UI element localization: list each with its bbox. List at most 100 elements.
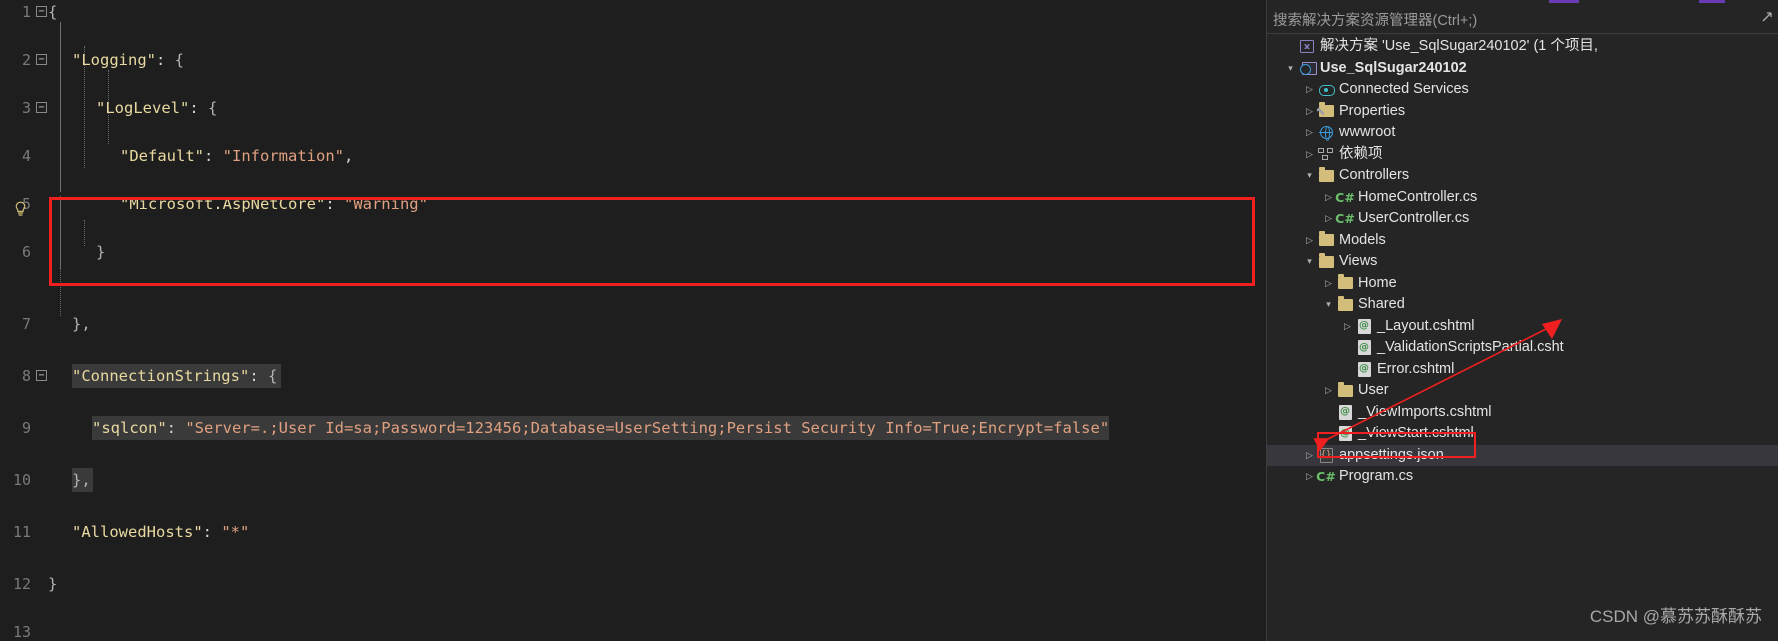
code-line[interactable]: 9 "sqlcon": "Server=.;User Id=sa;Passwor… [0,416,1266,440]
item-label: _Layout.cshtml [1377,317,1475,334]
sidebar-item-wwwroot[interactable]: ▷ wwwroot [1267,122,1778,144]
token-colon: : [202,523,222,541]
fold-toggle-icon[interactable]: − [36,54,47,65]
item-label: appsettings.json [1339,446,1444,463]
line-number: 9 [21,419,31,437]
line-text: }, [72,468,93,492]
razor-icon: @ [1354,316,1374,338]
sidebar-item-user-controller[interactable]: ▷ C# UserController.cs [1267,208,1778,230]
code-line[interactable]: 6 } [0,240,1266,264]
chevron-right-icon[interactable]: ▷ [1322,208,1335,230]
item-label: Models [1339,231,1386,248]
item-label: _ValidationScriptsPartial.csht [1377,339,1564,355]
code-line[interactable]: 3 − "LogLevel": { [0,96,1266,120]
chevron-placeholder-icon: ▷ [1284,36,1297,58]
solution-explorer-panel[interactable]: 搜索解决方案资源管理器(Ctrl+;) ▷ 解决方案 'Use_SqlSugar… [1266,0,1778,641]
chevron-down-icon[interactable]: ▾ [1303,165,1316,187]
chevron-down-icon[interactable]: ▾ [1284,58,1297,80]
sidebar-item-layout-cshtml[interactable]: ▷ @ _Layout.cshtml [1267,316,1778,338]
sidebar-item-views[interactable]: ▾ Views [1267,251,1778,273]
chevron-placeholder-icon: ▷ [1341,359,1354,381]
sidebar-item-project[interactable]: ▾ Use_SqlSugar240102 [1267,58,1778,80]
chevron-right-icon[interactable]: ▷ [1322,273,1335,295]
token-key: "Default" [120,147,204,165]
fold-toggle-icon[interactable]: − [36,6,47,17]
sidebar-item-views-shared[interactable]: ▾ Shared [1267,294,1778,316]
fold-toggle-icon[interactable]: − [36,102,47,113]
code-line[interactable]: 2 − "Logging": { [0,48,1266,72]
folder-icon [1335,380,1355,402]
line-text: "sqlcon": "Server=.;User Id=sa;Password=… [92,416,1110,440]
sidebar-item-connected-services[interactable]: ▷ Connected Services [1267,79,1778,101]
sidebar-item-viewstart-cshtml[interactable]: ▷ @ _ViewStart.cshtml [1267,423,1778,445]
expand-arrow-icon[interactable] [1760,10,1775,29]
sidebar-item-controllers[interactable]: ▾ Controllers [1267,165,1778,187]
item-label: Error.cshtml [1377,360,1455,377]
sidebar-item-models[interactable]: ▷ Models [1267,230,1778,252]
razor-icon: @ [1354,359,1374,381]
chevron-down-icon[interactable]: ▾ [1303,251,1316,273]
line-number: 10 [12,471,31,489]
search-toolbar[interactable] [1760,10,1775,29]
item-label: 依赖项 [1339,145,1383,162]
item-label: Shared [1358,296,1405,312]
chevron-right-icon[interactable]: ▷ [1303,230,1316,252]
chevron-right-icon[interactable]: ▷ [1303,101,1316,123]
sidebar-item-views-user[interactable]: ▷ User [1267,380,1778,402]
chevron-right-icon[interactable]: ▷ [1322,187,1335,209]
code-line[interactable]: 8 − "ConnectionStrings": { [0,364,1266,388]
line-number: 1 [21,3,31,21]
line-text: "Default": "Information", [120,144,353,168]
solution-root-row[interactable]: ▷ 解决方案 'Use_SqlSugar240102' (1 个项目, [1267,36,1778,58]
code-line[interactable]: 7 }, [0,312,1266,336]
chevron-right-icon[interactable]: ▷ [1303,466,1316,488]
token-comma: , [344,147,354,165]
sidebar-item-appsettings-json[interactable]: ▷ {} appsettings.json [1267,444,1778,467]
token-colon: : [325,195,344,213]
csharp-icon: C# [1316,469,1336,485]
sidebar-item-program-cs[interactable]: ▷ C# Program.cs [1267,466,1778,488]
chevron-placeholder-icon: ▷ [1341,337,1354,359]
lightbulb-icon[interactable] [12,201,28,219]
fold-toggle-icon[interactable]: − [36,370,47,381]
watermark-text: CSDN @慕苏苏酥酥苏 [1589,607,1762,626]
solution-explorer-search[interactable]: 搜索解决方案资源管理器(Ctrl+;) [1267,6,1778,34]
chevron-right-icon[interactable]: ▷ [1322,380,1335,402]
code-line[interactable]: 12 } [0,572,1266,596]
razor-icon: @ [1354,337,1374,359]
item-label: Controllers [1339,167,1410,183]
solution-tree[interactable]: ▷ 解决方案 'Use_SqlSugar240102' (1 个项目, ▾ Us… [1267,36,1778,596]
code-content[interactable]: 1 − { 2 − "Logging": { 3 − "LogLevel": {… [0,0,1266,641]
sidebar-item-home-controller[interactable]: ▷ C# HomeController.cs [1267,187,1778,209]
code-editor[interactable]: 1 − { 2 − "Logging": { 3 − "LogLevel": {… [0,0,1266,641]
item-label: Views [1339,253,1378,269]
code-line[interactable]: 13 [0,620,1266,641]
token-key: "Logging" [72,51,156,69]
chevron-right-icon[interactable]: ▷ [1341,316,1354,338]
code-line[interactable]: 4 "Default": "Information", [0,144,1266,168]
token-string: "*" [221,523,250,541]
sidebar-item-validation-scripts-partial[interactable]: ▷ @ _ValidationScriptsPartial.csht [1267,337,1778,359]
code-line[interactable]: 11 "AllowedHosts": "*" [0,520,1266,544]
code-line[interactable]: 5 "Microsoft.AspNetCore": "Warning" [0,192,1266,216]
code-line[interactable]: 10 }, [0,468,1266,492]
chevron-down-icon[interactable]: ▾ [1322,294,1335,316]
solution-label: 解决方案 'Use_SqlSugar240102' (1 个项目, [1320,38,1598,54]
sidebar-item-dependencies[interactable]: ▷ 依赖项 [1267,144,1778,166]
chevron-placeholder-icon: ▷ [1322,423,1335,445]
sidebar-item-properties[interactable]: ▷ Properties [1267,101,1778,123]
sidebar-item-error-cshtml[interactable]: ▷ @ Error.cshtml [1267,359,1778,381]
chevron-right-icon[interactable]: ▷ [1303,144,1316,166]
chevron-right-icon[interactable]: ▷ [1303,445,1316,467]
line-text: { [48,0,57,24]
chevron-right-icon[interactable]: ▷ [1303,79,1316,101]
properties-folder-icon [1316,101,1336,123]
token-colon: : [156,51,175,69]
sidebar-item-views-home[interactable]: ▷ Home [1267,273,1778,295]
token-key: "sqlcon" [92,419,167,437]
chevron-right-icon[interactable]: ▷ [1303,122,1316,144]
connected-services-icon [1316,79,1336,101]
code-line[interactable]: 1 − { [0,0,1266,24]
sidebar-item-viewimports-cshtml[interactable]: ▷ @ _ViewImports.cshtml [1267,402,1778,424]
solution-icon [1297,36,1317,58]
